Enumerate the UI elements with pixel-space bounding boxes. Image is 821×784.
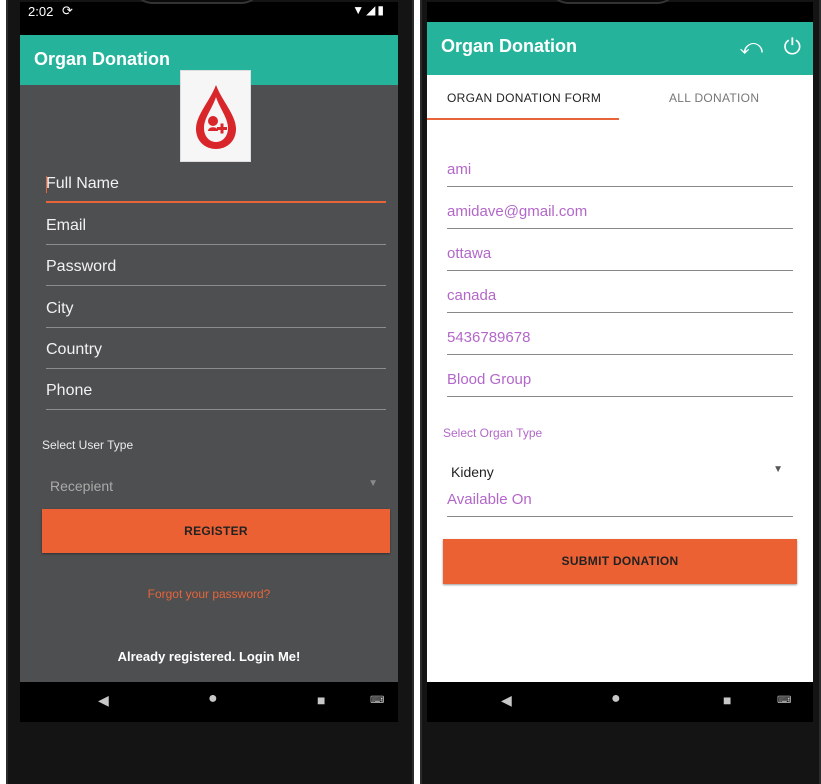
status-icons: ▼◢▮ — [352, 3, 386, 17]
undo-icon[interactable]: ⤺ — [739, 34, 763, 60]
tab-bar: ORGAN DONATION FORM ALL DONATION — [427, 75, 813, 121]
navigation-bar: ◀ ● ■ ⌨ — [20, 682, 398, 722]
country-field[interactable]: Country — [46, 331, 386, 369]
forgot-password-link[interactable]: Forgot your password? — [20, 587, 398, 601]
blood-group-field[interactable]: Blood Group — [447, 367, 793, 397]
home-icon[interactable]: ● — [208, 690, 218, 708]
camera-notch — [131, 0, 263, 4]
donation-form-screen: Organ Donation ⤺ ⏻ ORGAN DONATION FORM A… — [427, 2, 813, 722]
tab-indicator — [427, 118, 619, 120]
left-phone: 2:02 ⟳ ▼◢▮ Organ Donation Full Name Emai… — [6, 0, 414, 784]
full-name-field[interactable]: Full Name — [46, 165, 386, 203]
app-title: Organ Donation — [441, 36, 577, 56]
email-field[interactable]: Email — [46, 207, 386, 245]
organ-type-label: Select Organ Type — [443, 426, 543, 440]
register-button[interactable]: REGISTER — [42, 509, 390, 553]
navigation-bar: ◀ ● ■ ⌨ — [427, 682, 813, 722]
phone-field[interactable]: 5436789678 — [447, 325, 793, 355]
screenshot: 2:02 ⟳ ▼◢▮ Organ Donation Full Name Emai… — [0, 0, 821, 784]
submit-donation-button[interactable]: SUBMIT DONATION — [443, 539, 797, 584]
keyboard-icon[interactable]: ⌨ — [777, 695, 791, 706]
login-link[interactable]: Already registered. Login Me! — [20, 649, 398, 664]
available-on-field[interactable]: Available On — [447, 487, 793, 517]
status-time: 2:02 — [28, 4, 54, 19]
app-title: Organ Donation — [34, 49, 170, 69]
recents-icon[interactable]: ■ — [317, 692, 325, 708]
dropdown-caret-icon: ▼ — [368, 478, 378, 489]
keyboard-icon[interactable]: ⌨ — [370, 695, 384, 706]
right-phone: Organ Donation ⤺ ⏻ ORGAN DONATION FORM A… — [420, 0, 821, 784]
recents-icon[interactable]: ■ — [723, 692, 731, 708]
email-field[interactable]: amidave@gmail.com — [447, 199, 793, 229]
sync-icon: ⟳ — [62, 3, 73, 18]
tab-organ-donation-form[interactable]: ORGAN DONATION FORM — [447, 91, 601, 105]
status-bar — [427, 2, 813, 22]
back-icon[interactable]: ◀ — [98, 692, 109, 709]
camera-notch — [547, 0, 679, 4]
power-icon[interactable]: ⏻ — [784, 34, 801, 60]
name-field[interactable]: ami — [447, 157, 793, 187]
blood-drop-logo-icon — [180, 70, 251, 162]
dropdown-caret-icon: ▼ — [773, 464, 783, 475]
organ-type-value: Kideny — [451, 464, 494, 480]
password-field[interactable]: Password — [46, 248, 386, 286]
registration-screen: 2:02 ⟳ ▼◢▮ Organ Donation Full Name Emai… — [20, 2, 398, 722]
phone-field[interactable]: Phone — [46, 372, 386, 410]
city-field[interactable]: ottawa — [447, 241, 793, 271]
app-bar: Organ Donation ⤺ ⏻ — [427, 22, 813, 75]
city-field[interactable]: City — [46, 290, 386, 328]
user-type-spinner[interactable]: Recepient ▼ — [42, 472, 378, 502]
user-type-value: Recepient — [50, 478, 114, 494]
country-field[interactable]: canada — [447, 283, 793, 313]
user-type-label: Select User Type — [42, 438, 134, 452]
tab-all-donation[interactable]: ALL DONATION — [669, 91, 759, 105]
back-icon[interactable]: ◀ — [501, 692, 512, 709]
home-icon[interactable]: ● — [611, 690, 621, 708]
status-bar: 2:02 ⟳ ▼◢▮ — [20, 2, 398, 35]
organ-type-spinner[interactable]: Kideny ▼ — [443, 459, 789, 485]
